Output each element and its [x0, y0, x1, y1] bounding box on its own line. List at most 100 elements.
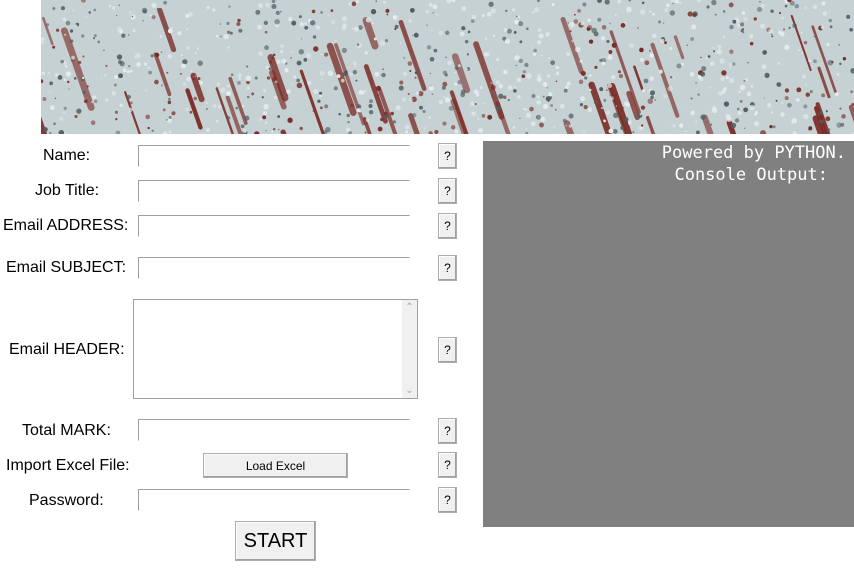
texture-speck — [738, 55, 741, 57]
email-address-help-button[interactable]: ? — [438, 213, 457, 239]
password-help-button[interactable]: ? — [438, 487, 457, 513]
texture-speck — [409, 7, 415, 13]
scroll-up-arrow-icon[interactable]: ⌃ — [402, 300, 417, 315]
texture-speck — [760, 4, 765, 8]
email-header-textarea[interactable] — [134, 300, 402, 398]
rust-streak — [760, 130, 767, 134]
email-subject-input[interactable] — [138, 257, 410, 279]
texture-speck — [299, 126, 303, 131]
texture-speck — [405, 130, 409, 134]
texture-speck — [182, 82, 186, 86]
texture-speck — [226, 21, 230, 26]
texture-speck — [82, 91, 86, 95]
texture-speck — [435, 13, 438, 16]
texture-speck — [601, 24, 607, 30]
texture-speck — [461, 6, 467, 12]
texture-speck — [238, 121, 240, 123]
texture-speck — [788, 26, 791, 30]
texture-speck — [821, 93, 826, 98]
texture-speck — [265, 2, 270, 8]
texture-speck — [548, 100, 550, 102]
email-subject-help-button[interactable]: ? — [438, 255, 457, 281]
texture-speck — [762, 50, 768, 55]
texture-speck — [244, 115, 250, 121]
texture-speck — [640, 105, 646, 110]
texture-speck — [516, 15, 518, 18]
texture-speck — [728, 62, 733, 67]
texture-speck — [264, 30, 268, 34]
texture-speck — [334, 39, 337, 42]
texture-speck — [118, 73, 124, 79]
texture-speck — [607, 54, 613, 61]
texture-speck — [740, 29, 744, 33]
texture-speck — [116, 26, 123, 32]
texture-speck — [736, 107, 740, 111]
texture-speck — [351, 27, 354, 30]
texture-speck — [526, 112, 532, 118]
texture-speck — [696, 130, 700, 134]
start-button[interactable]: START — [235, 521, 316, 561]
texture-speck — [291, 83, 294, 86]
name-help-button[interactable]: ? — [438, 143, 457, 169]
texture-speck — [767, 102, 771, 106]
texture-speck — [525, 27, 529, 31]
texture-speck — [151, 2, 157, 8]
texture-speck — [720, 77, 725, 82]
texture-speck — [259, 118, 263, 121]
password-input[interactable] — [138, 489, 410, 511]
import-excel-help-button[interactable]: ? — [438, 452, 457, 478]
job-title-input[interactable] — [138, 180, 410, 202]
texture-speck — [531, 94, 536, 99]
texture-speck — [755, 111, 758, 114]
banner-texture — [41, 0, 854, 134]
texture-speck — [460, 92, 466, 98]
load-excel-button[interactable]: Load Excel — [203, 453, 348, 478]
job-title-help-button[interactable]: ? — [438, 178, 457, 204]
texture-speck — [167, 39, 170, 41]
rust-streak — [280, 129, 287, 134]
texture-speck — [550, 104, 553, 107]
texture-speck — [800, 31, 803, 34]
texture-speck — [542, 103, 549, 109]
console-line: Powered by PYTHON. — [661, 143, 846, 163]
texture-speck — [477, 117, 480, 120]
texture-speck — [375, 85, 381, 91]
texture-speck — [545, 34, 549, 37]
texture-speck — [407, 92, 410, 95]
texture-speck — [272, 127, 276, 131]
texture-speck — [495, 105, 501, 111]
texture-speck — [624, 21, 627, 24]
texture-speck — [732, 19, 737, 24]
texture-speck — [246, 86, 251, 90]
name-input[interactable] — [138, 145, 410, 167]
texture-speck — [304, 25, 309, 30]
texture-speck — [700, 71, 706, 77]
texture-speck — [593, 102, 596, 104]
texture-speck — [471, 14, 477, 20]
texture-speck — [687, 110, 689, 112]
texture-speck — [265, 130, 267, 132]
texture-speck — [498, 93, 504, 99]
texture-speck — [206, 108, 208, 110]
total-mark-help-button[interactable]: ? — [438, 418, 457, 444]
total-mark-input[interactable] — [138, 419, 410, 441]
texture-speck — [181, 63, 186, 69]
texture-speck — [776, 82, 782, 87]
texture-speck — [839, 62, 842, 66]
texture-speck — [290, 51, 293, 54]
email-header-help-button[interactable]: ? — [438, 337, 457, 363]
texture-speck — [649, 76, 655, 81]
texture-speck — [641, 88, 646, 93]
scroll-down-arrow-icon[interactable]: ⌄ — [402, 383, 417, 398]
texture-speck — [128, 34, 130, 36]
email-header-scrollbar[interactable]: ⌃ ⌄ — [402, 300, 417, 398]
texture-speck — [454, 66, 459, 71]
texture-speck — [263, 88, 267, 93]
texture-speck — [597, 0, 602, 3]
texture-speck — [71, 55, 75, 60]
email-address-input[interactable] — [138, 215, 410, 237]
texture-speck — [826, 42, 830, 47]
texture-speck — [355, 79, 358, 82]
password-label: Password: — [29, 492, 104, 509]
texture-speck — [759, 23, 766, 29]
